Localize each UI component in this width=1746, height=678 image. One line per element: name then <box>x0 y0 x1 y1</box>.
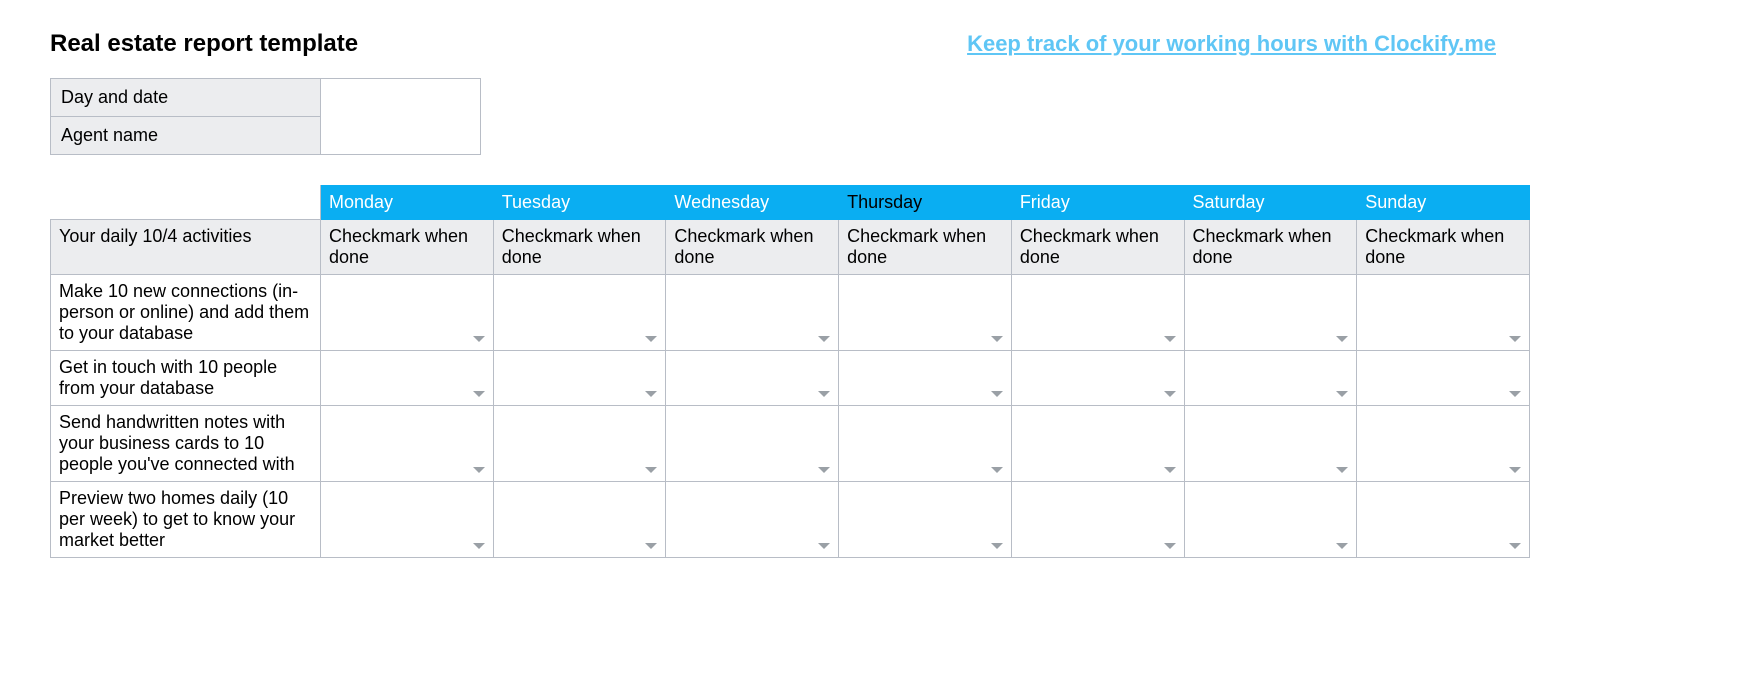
chevron-down-icon <box>1164 543 1176 549</box>
chevron-down-icon <box>991 543 1003 549</box>
checkmark-dropdown[interactable] <box>839 482 1012 558</box>
sub-head: Checkmark when done <box>321 220 494 275</box>
chevron-down-icon <box>473 336 485 342</box>
checkmark-dropdown[interactable] <box>666 351 839 406</box>
checkmark-dropdown[interactable] <box>493 482 666 558</box>
checkmark-dropdown[interactable] <box>1184 406 1357 482</box>
checkmark-dropdown[interactable] <box>321 482 494 558</box>
activity-label: Make 10 new connections (in-person or on… <box>51 275 321 351</box>
checkmark-dropdown[interactable] <box>839 275 1012 351</box>
days-header-row: Monday Tuesday Wednesday Thursday Friday… <box>51 186 1530 220</box>
sub-head: Checkmark when done <box>1011 220 1184 275</box>
checkmark-dropdown[interactable] <box>1357 275 1530 351</box>
agent-name-label: Agent name <box>51 117 321 155</box>
chevron-down-icon <box>991 467 1003 473</box>
chevron-down-icon <box>991 391 1003 397</box>
chevron-down-icon <box>473 543 485 549</box>
chevron-down-icon <box>818 543 830 549</box>
chevron-down-icon <box>1336 467 1348 473</box>
table-row: Send handwritten notes with your busines… <box>51 406 1530 482</box>
table-row: Preview two homes daily (10 per week) to… <box>51 482 1530 558</box>
checkmark-dropdown[interactable] <box>1011 351 1184 406</box>
day-head-saturday: Saturday <box>1184 186 1357 220</box>
day-head-friday: Friday <box>1011 186 1184 220</box>
activity-label: Send handwritten notes with your busines… <box>51 406 321 482</box>
sub-head: Checkmark when done <box>839 220 1012 275</box>
checkmark-dropdown[interactable] <box>493 351 666 406</box>
chevron-down-icon <box>1509 543 1521 549</box>
day-head-tuesday: Tuesday <box>493 186 666 220</box>
sub-head: Checkmark when done <box>1184 220 1357 275</box>
chevron-down-icon <box>818 391 830 397</box>
chevron-down-icon <box>645 543 657 549</box>
corner-blank <box>51 186 321 220</box>
activities-table: Monday Tuesday Wednesday Thursday Friday… <box>50 185 1530 558</box>
checkmark-dropdown[interactable] <box>1357 406 1530 482</box>
table-row: Make 10 new connections (in-person or on… <box>51 275 1530 351</box>
chevron-down-icon <box>473 467 485 473</box>
chevron-down-icon <box>473 391 485 397</box>
day-head-sunday: Sunday <box>1357 186 1530 220</box>
checkmark-dropdown[interactable] <box>1184 482 1357 558</box>
chevron-down-icon <box>1336 336 1348 342</box>
chevron-down-icon <box>1164 391 1176 397</box>
chevron-down-icon <box>645 391 657 397</box>
checkmark-dropdown[interactable] <box>493 406 666 482</box>
checkmark-dropdown[interactable] <box>666 406 839 482</box>
day-head-thursday: Thursday <box>839 186 1012 220</box>
sub-head: Checkmark when done <box>493 220 666 275</box>
checkmark-dropdown[interactable] <box>1184 351 1357 406</box>
checkmark-dropdown[interactable] <box>1011 482 1184 558</box>
table-row: Get in touch with 10 people from your da… <box>51 351 1530 406</box>
checkmark-dropdown[interactable] <box>1011 406 1184 482</box>
chevron-down-icon <box>1336 543 1348 549</box>
sub-head: Checkmark when done <box>1357 220 1530 275</box>
sub-head: Checkmark when done <box>666 220 839 275</box>
sub-header-row: Your daily 10/4 activities Checkmark whe… <box>51 220 1530 275</box>
chevron-down-icon <box>991 336 1003 342</box>
chevron-down-icon <box>1164 467 1176 473</box>
chevron-down-icon <box>1164 336 1176 342</box>
info-table: Day and date Agent name <box>50 78 481 155</box>
checkmark-dropdown[interactable] <box>321 406 494 482</box>
checkmark-dropdown[interactable] <box>666 275 839 351</box>
checkmark-dropdown[interactable] <box>1357 482 1530 558</box>
checkmark-dropdown[interactable] <box>321 351 494 406</box>
checkmark-dropdown[interactable] <box>1357 351 1530 406</box>
chevron-down-icon <box>1509 391 1521 397</box>
activities-header: Your daily 10/4 activities <box>51 220 321 275</box>
checkmark-dropdown[interactable] <box>321 275 494 351</box>
checkmark-dropdown[interactable] <box>1184 275 1357 351</box>
checkmark-dropdown[interactable] <box>839 351 1012 406</box>
chevron-down-icon <box>1336 391 1348 397</box>
info-input-cell[interactable] <box>321 79 481 155</box>
promo-link[interactable]: Keep track of your working hours with Cl… <box>967 31 1496 57</box>
chevron-down-icon <box>818 336 830 342</box>
day-head-wednesday: Wednesday <box>666 186 839 220</box>
checkmark-dropdown[interactable] <box>666 482 839 558</box>
page-title: Real estate report template <box>50 30 358 58</box>
chevron-down-icon <box>818 467 830 473</box>
checkmark-dropdown[interactable] <box>493 275 666 351</box>
chevron-down-icon <box>1509 336 1521 342</box>
chevron-down-icon <box>1509 467 1521 473</box>
day-head-monday: Monday <box>321 186 494 220</box>
checkmark-dropdown[interactable] <box>1011 275 1184 351</box>
chevron-down-icon <box>645 336 657 342</box>
activity-label: Preview two homes daily (10 per week) to… <box>51 482 321 558</box>
chevron-down-icon <box>645 467 657 473</box>
checkmark-dropdown[interactable] <box>839 406 1012 482</box>
activity-label: Get in touch with 10 people from your da… <box>51 351 321 406</box>
day-date-label: Day and date <box>51 79 321 117</box>
